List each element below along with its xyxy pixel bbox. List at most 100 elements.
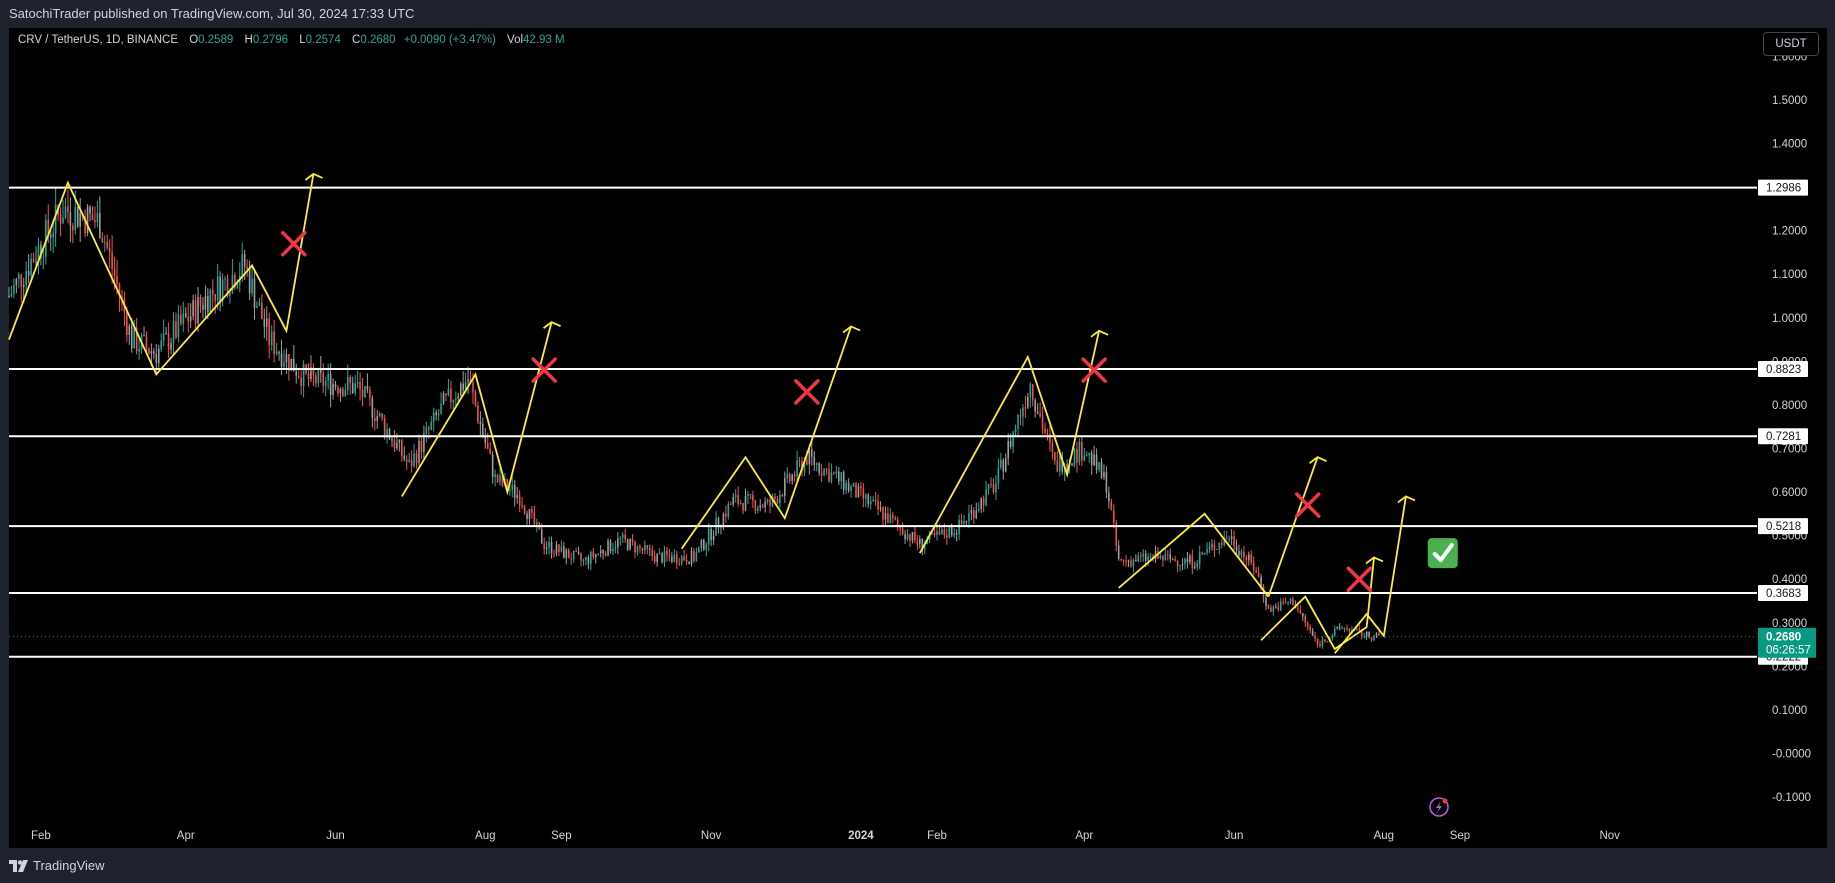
candle-body bbox=[511, 484, 514, 490]
candle-body bbox=[884, 513, 887, 520]
candle-body bbox=[747, 493, 749, 496]
candle-body bbox=[855, 483, 857, 498]
tradingview-logo[interactable]: TradingView bbox=[9, 858, 105, 873]
candle-body bbox=[496, 474, 499, 483]
candle-body bbox=[1166, 554, 1169, 556]
candle-body bbox=[1012, 432, 1014, 447]
candle-body bbox=[987, 484, 990, 490]
candle-body bbox=[1304, 616, 1307, 623]
candle-body bbox=[1297, 608, 1299, 610]
candle-body bbox=[973, 509, 975, 519]
high-value: 0.2796 bbox=[252, 34, 289, 46]
candle-body bbox=[1130, 560, 1132, 567]
x-tick-label: Aug bbox=[475, 830, 495, 842]
candle-body bbox=[577, 551, 580, 555]
candle-body bbox=[1179, 564, 1181, 567]
change-value: +0.0090 (+3.47%) bbox=[403, 34, 496, 46]
candle-body bbox=[788, 473, 791, 482]
candle-body bbox=[428, 427, 430, 430]
candle-body bbox=[371, 397, 374, 419]
candle-body bbox=[162, 333, 165, 341]
candle-body bbox=[609, 540, 612, 552]
candle-body bbox=[587, 557, 590, 564]
candle-body bbox=[79, 213, 81, 227]
candle-body bbox=[592, 551, 595, 558]
candle-body bbox=[1245, 557, 1248, 561]
candle-body bbox=[445, 393, 447, 396]
candle-body bbox=[386, 429, 388, 436]
candle-body bbox=[1191, 555, 1194, 569]
candle-body bbox=[1174, 559, 1176, 561]
candle-body bbox=[769, 499, 771, 507]
candle-body bbox=[860, 486, 862, 489]
candle-body bbox=[94, 220, 96, 222]
candle-body bbox=[1164, 554, 1167, 561]
candle-body bbox=[734, 495, 737, 498]
candle-body bbox=[268, 318, 271, 346]
candle-body bbox=[339, 388, 342, 394]
price-chart[interactable]: 1.60001.50001.40001.30001.20001.10001.00… bbox=[0, 0, 1835, 848]
candle-body bbox=[612, 548, 614, 552]
candle-body bbox=[882, 507, 884, 520]
candle-body bbox=[639, 545, 641, 549]
candle-body bbox=[381, 413, 383, 419]
arrow-head bbox=[304, 172, 323, 181]
candle-body bbox=[1326, 641, 1329, 643]
candle-body bbox=[941, 529, 943, 535]
candle-body bbox=[256, 305, 258, 308]
candle-body bbox=[91, 213, 94, 221]
currency-button[interactable]: USDT bbox=[1763, 32, 1819, 56]
candle-body bbox=[946, 535, 948, 538]
candle-body bbox=[405, 459, 408, 462]
candle-body bbox=[1044, 428, 1046, 434]
candle-body bbox=[666, 550, 668, 556]
candle-body bbox=[752, 495, 754, 501]
candle-body bbox=[536, 522, 538, 525]
x-tick-label: Nov bbox=[1599, 830, 1620, 842]
candle-body bbox=[49, 234, 52, 238]
candle-body bbox=[528, 509, 531, 520]
x-tick-label: Aug bbox=[1374, 830, 1394, 842]
candle-body bbox=[1196, 563, 1199, 567]
candle-body bbox=[1314, 635, 1316, 639]
zigzag-path bbox=[1334, 496, 1407, 654]
candle-body bbox=[1085, 455, 1088, 457]
candle-body bbox=[280, 353, 283, 367]
candle-body bbox=[1088, 452, 1091, 456]
level-price-label: 0.7281 bbox=[1766, 431, 1801, 443]
candle-body bbox=[452, 399, 455, 403]
lightning-icon[interactable] bbox=[1429, 797, 1449, 817]
candle-body bbox=[415, 453, 418, 463]
candle-body bbox=[842, 472, 845, 491]
candle-body bbox=[1230, 536, 1233, 539]
candle-body bbox=[138, 349, 140, 352]
candle-body bbox=[1189, 555, 1191, 563]
candle-body bbox=[165, 333, 167, 335]
candle-body bbox=[749, 493, 752, 496]
candle-body bbox=[467, 379, 469, 383]
candle-body bbox=[143, 334, 145, 336]
candle-body bbox=[933, 533, 936, 536]
y-tick-label: 1.4000 bbox=[1772, 138, 1807, 150]
candle-body bbox=[393, 440, 396, 449]
candle-body bbox=[317, 369, 320, 384]
candle-body bbox=[555, 544, 558, 554]
candle-body bbox=[526, 513, 528, 520]
candle-body bbox=[192, 300, 194, 317]
candle-body bbox=[580, 554, 582, 561]
candle-body bbox=[364, 386, 366, 398]
candle-body bbox=[18, 274, 20, 279]
candle-body bbox=[126, 312, 128, 336]
candle-body bbox=[442, 393, 445, 404]
candle-body bbox=[518, 495, 521, 506]
candle-body bbox=[1039, 413, 1041, 417]
candle-body bbox=[361, 389, 364, 398]
candle-body bbox=[955, 533, 958, 535]
symbol-label[interactable]: CRV / TetherUS, 1D, BINANCE bbox=[18, 34, 178, 46]
candle-body bbox=[545, 547, 548, 550]
candle-body bbox=[1331, 635, 1334, 638]
candle-body bbox=[1213, 544, 1216, 550]
candle-body bbox=[793, 474, 796, 477]
candle-body bbox=[901, 528, 904, 535]
candle-body bbox=[904, 534, 906, 540]
